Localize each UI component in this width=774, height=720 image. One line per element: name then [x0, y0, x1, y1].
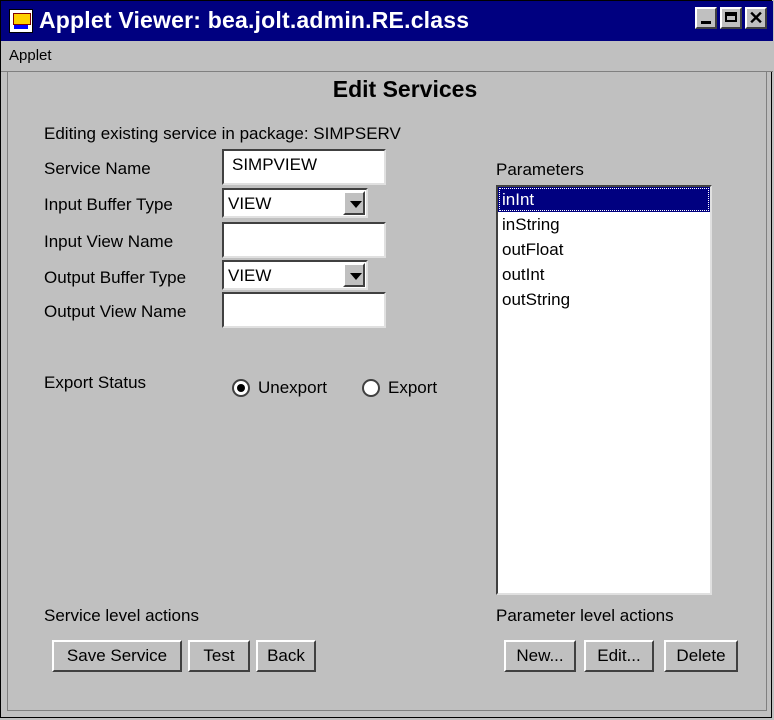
list-item[interactable]: inString [498, 212, 710, 237]
close-icon[interactable]: ✕ [745, 7, 767, 29]
list-item[interactable]: outFloat [498, 237, 710, 262]
new-parameter-button[interactable]: New... [504, 640, 576, 672]
radio-unselected-icon[interactable] [362, 379, 380, 397]
radio-unexport[interactable]: Unexport [232, 378, 327, 398]
window-title: Applet Viewer: bea.jolt.admin.RE.class [39, 7, 470, 33]
parameters-list[interactable]: inInt inString outFloat outInt outString [496, 185, 712, 595]
chevron-down-icon[interactable] [343, 191, 365, 215]
package-subtitle: Editing existing service in package: SIM… [44, 124, 401, 143]
menu-bar: Applet [1, 41, 773, 72]
list-item[interactable]: outString [498, 287, 710, 312]
title-bar: Applet Viewer: bea.jolt.admin.RE.class ✕ [1, 1, 773, 41]
input-view-name-label: Input View Name [44, 232, 174, 251]
parameters-label: Parameters [496, 160, 584, 179]
input-view-name-field[interactable] [222, 222, 386, 258]
radio-export[interactable]: Export [362, 378, 437, 398]
output-buffer-type-value: VIEW [228, 266, 272, 285]
export-status-label: Export Status [44, 373, 147, 392]
service-name-field[interactable] [222, 149, 386, 185]
output-view-name-label: Output View Name [44, 302, 187, 321]
output-buffer-type-select[interactable]: VIEW [222, 260, 368, 290]
test-button[interactable]: Test [188, 640, 250, 672]
save-service-button[interactable]: Save Service [52, 640, 182, 672]
output-view-name-field[interactable] [222, 292, 386, 328]
applet-icon [9, 9, 33, 33]
menu-applet[interactable]: Applet [9, 47, 52, 64]
back-button[interactable]: Back [256, 640, 316, 672]
output-buffer-type-label: Output Buffer Type [44, 268, 187, 287]
input-view-name-input[interactable] [232, 228, 376, 248]
edit-parameter-button[interactable]: Edit... [584, 640, 654, 672]
list-item[interactable]: outInt [498, 262, 710, 287]
service-actions-label: Service level actions [44, 606, 199, 625]
maximize-icon[interactable] [720, 7, 742, 29]
input-buffer-type-value: VIEW [228, 194, 272, 213]
service-name-label: Service Name [44, 159, 151, 178]
input-buffer-type-select[interactable]: VIEW [222, 188, 368, 218]
radio-unexport-label: Unexport [258, 378, 327, 397]
output-view-name-input[interactable] [232, 298, 376, 318]
page-title: Edit Services [332, 76, 478, 102]
window-controls: ✕ [695, 7, 767, 29]
parameter-actions-label: Parameter level actions [496, 606, 674, 625]
radio-export-label: Export [388, 378, 438, 397]
chevron-down-icon[interactable] [343, 263, 365, 287]
delete-parameter-button[interactable]: Delete [664, 640, 738, 672]
input-buffer-type-label: Input Buffer Type [44, 195, 173, 214]
list-item[interactable]: inInt [498, 187, 710, 212]
service-name-input[interactable] [232, 155, 376, 175]
minimize-icon[interactable] [695, 7, 717, 29]
radio-selected-icon[interactable] [232, 379, 250, 397]
